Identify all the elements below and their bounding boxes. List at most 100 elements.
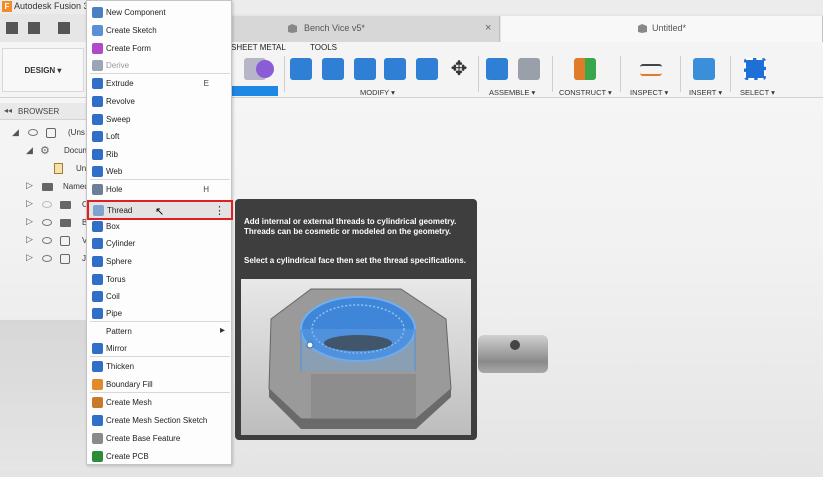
folder-icon xyxy=(60,219,71,227)
create-pcb-icon xyxy=(92,451,103,462)
expand-icon[interactable]: ◢ xyxy=(12,127,19,138)
thread-icon xyxy=(93,205,104,216)
menu-item-label: Extrude xyxy=(106,79,134,88)
visibility-off-icon[interactable] xyxy=(42,201,52,208)
menu-item-create-form[interactable]: Create Form xyxy=(88,40,231,58)
menu-item-rib[interactable]: Rib xyxy=(88,146,231,164)
menu-item-coil[interactable]: Coil xyxy=(88,288,231,306)
thread-nut-illustration xyxy=(268,288,452,429)
close-tab-icon[interactable]: × xyxy=(485,22,491,34)
menu-item-create-sketch[interactable]: Create Sketch xyxy=(88,22,231,40)
visibility-icon[interactable] xyxy=(42,237,52,244)
menu-item-label: New Component xyxy=(106,8,166,17)
move-icon[interactable]: ✥ xyxy=(448,58,470,80)
menu-item-sweep[interactable]: Sweep xyxy=(88,111,231,129)
cylinder-icon xyxy=(92,238,103,249)
joint-icon[interactable] xyxy=(518,58,540,80)
file-menu-icon[interactable] xyxy=(28,22,40,34)
boundary-fill-icon xyxy=(92,379,103,390)
menu-item-extrude[interactable]: Extrude E xyxy=(88,75,231,93)
menu-item-new-component[interactable]: New Component xyxy=(88,4,231,22)
menu-item-thicken[interactable]: Thicken xyxy=(88,358,231,376)
tab-sheet-metal[interactable]: SHEET METAL xyxy=(231,43,286,52)
menu-item-web[interactable]: Web xyxy=(88,163,231,181)
coil-icon xyxy=(92,291,103,302)
revolve-icon xyxy=(92,96,103,107)
data-panel-icon[interactable] xyxy=(6,22,18,34)
menu-item-label: Web xyxy=(106,167,123,176)
thread-tooltip: Add internal or external threads to cyli… xyxy=(235,199,477,440)
menu-item-create-base-feature[interactable]: Create Base Feature xyxy=(88,430,231,448)
menu-item-label: Create Base Feature xyxy=(106,434,181,443)
separator xyxy=(680,56,681,92)
thread-preview-image xyxy=(241,279,471,435)
visibility-icon[interactable] xyxy=(42,255,52,262)
group-select[interactable]: SELECT ▾ xyxy=(740,88,775,97)
fillet-icon[interactable] xyxy=(322,58,344,80)
menu-item-derive[interactable]: Derive xyxy=(88,57,231,75)
menu-item-sphere[interactable]: Sphere xyxy=(88,253,231,271)
menu-item-create-mesh[interactable]: Create Mesh xyxy=(88,394,231,412)
app-title: Autodesk Fusion 3( xyxy=(14,1,92,11)
visibility-icon[interactable] xyxy=(42,219,52,226)
expand-icon[interactable]: ◢ xyxy=(26,145,33,156)
new-component-icon xyxy=(92,7,103,18)
menu-item-create-pcb[interactable]: Create PCB xyxy=(88,448,231,466)
offset-plane-icon[interactable] xyxy=(574,58,596,80)
new-component-icon[interactable] xyxy=(486,58,508,80)
menu-item-torus[interactable]: Torus xyxy=(88,271,231,289)
menu-item-pipe[interactable]: Pipe xyxy=(88,305,231,323)
save-icon[interactable] xyxy=(58,22,70,34)
tooltip-description: Add internal or external threads to cyli… xyxy=(244,217,457,236)
menu-item-box[interactable]: Box xyxy=(88,218,231,236)
shaft-hole xyxy=(510,340,520,350)
group-inspect[interactable]: INSPECT ▾ xyxy=(630,88,668,97)
tab-bench-vice[interactable]: Bench Vice v5* × xyxy=(232,16,500,42)
create-mesh-icon xyxy=(92,397,103,408)
press-pull-icon[interactable] xyxy=(290,58,312,80)
menu-item-loft[interactable]: Loft xyxy=(88,128,231,146)
expand-icon[interactable]: ▷ xyxy=(26,216,33,227)
menu-item-cylinder[interactable]: Cylinder xyxy=(88,235,231,253)
form-icon[interactable] xyxy=(256,60,274,78)
group-insert[interactable]: INSERT ▾ xyxy=(689,88,722,97)
menu-item-pattern[interactable]: Pattern ▸ xyxy=(88,323,231,341)
document-icon xyxy=(288,24,297,33)
expand-icon[interactable]: ▷ xyxy=(26,234,33,245)
separator xyxy=(478,56,479,92)
rib-icon xyxy=(92,149,103,160)
menu-item-revolve[interactable]: Revolve xyxy=(88,93,231,111)
more-options-icon[interactable]: ⋮ xyxy=(214,204,225,217)
shell-icon[interactable] xyxy=(384,58,406,80)
menu-item-label: Create Form xyxy=(106,44,151,53)
create-form-icon xyxy=(92,43,103,54)
menu-item-mirror[interactable]: Mirror xyxy=(88,340,231,358)
visibility-icon[interactable] xyxy=(28,129,38,136)
expand-icon[interactable]: ▷ xyxy=(26,180,33,191)
menu-item-create-mesh-section-sketch[interactable]: Create Mesh Section Sketch xyxy=(88,412,231,430)
submenu-arrow-icon: ▸ xyxy=(219,325,225,336)
menu-item-boundary-fill[interactable]: Boundary Fill xyxy=(88,376,231,394)
menu-item-hole[interactable]: Hole H xyxy=(88,181,231,199)
chamfer-icon[interactable] xyxy=(354,58,376,80)
menu-item-label: Mirror xyxy=(106,344,127,353)
workspace-switcher-button[interactable]: DESIGN ▾ xyxy=(2,48,84,92)
group-modify[interactable]: MODIFY ▾ xyxy=(360,88,395,97)
collapse-icon[interactable]: ◂◂ xyxy=(4,106,12,115)
menu-item-label: Create PCB xyxy=(106,452,149,461)
group-assemble[interactable]: ASSEMBLE ▾ xyxy=(489,88,535,97)
insert-image-icon[interactable] xyxy=(693,58,715,80)
group-construct[interactable]: CONSTRUCT ▾ xyxy=(559,88,612,97)
menu-item-thread[interactable]: Thread ⋮ ↖ xyxy=(87,200,233,220)
combine-icon[interactable] xyxy=(416,58,438,80)
mirror-icon xyxy=(92,343,103,354)
create-dropdown-menu: New Component Create Sketch Create Form Der… xyxy=(86,0,233,466)
select-icon[interactable] xyxy=(744,58,766,80)
menu-item-label: Create Mesh Section Sketch xyxy=(106,416,208,425)
expand-icon[interactable]: ▷ xyxy=(26,198,33,209)
measure-icon[interactable] xyxy=(640,64,662,76)
tab-untitled[interactable]: Untitled* xyxy=(501,16,823,42)
tab-label: Bench Vice v5* xyxy=(304,23,365,33)
tab-tools[interactable]: TOOLS xyxy=(310,43,337,52)
expand-icon[interactable]: ▷ xyxy=(26,252,33,263)
